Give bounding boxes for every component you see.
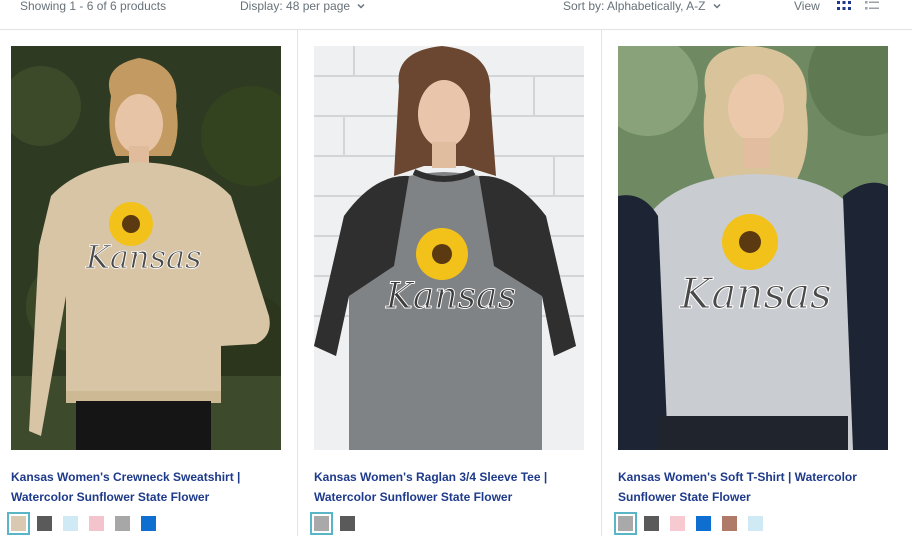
product-title-link[interactable]: Kansas Women's Crewneck Sweatshirt | Wat…: [11, 467, 261, 507]
product-title-line: Kansas Women's Soft T-Shirt | Watercolor: [618, 470, 857, 484]
product-title-line: Watercolor Sunflower State Flower: [11, 490, 210, 504]
list-view-icon[interactable]: [864, 0, 880, 12]
color-swatch[interactable]: [37, 516, 52, 531]
collection-toolbar: Showing 1 - 6 of 6 products Display: 48 …: [0, 0, 912, 30]
color-swatch[interactable]: [644, 516, 659, 531]
product-image[interactable]: Kansas: [618, 46, 888, 450]
shirt-print-text: Kansas: [85, 238, 202, 276]
product-card: Kansas Kansas Women's Crewneck Sweatshir…: [0, 30, 298, 536]
color-swatch[interactable]: [670, 516, 685, 531]
display-per-page-dropdown[interactable]: Display: 48 per page: [240, 0, 366, 13]
color-swatches: [614, 512, 763, 535]
product-card: Kansas Kansas Women's Soft T-Shirt | Wat…: [602, 30, 912, 536]
color-swatches: [310, 512, 355, 535]
color-swatch[interactable]: [7, 512, 30, 535]
display-per-page-label: Display: 48 per page: [240, 0, 351, 13]
color-swatch[interactable]: [63, 516, 78, 531]
chevron-down-icon: [357, 3, 365, 9]
product-title-line: Kansas Women's Raglan 3/4 Sleeve Tee |: [314, 470, 548, 484]
color-swatch[interactable]: [115, 516, 130, 531]
sort-by-label: Sort by: Alphabetically, A-Z: [563, 0, 706, 13]
sort-by-dropdown[interactable]: Sort by: Alphabetically, A-Z: [563, 0, 722, 13]
product-photo-raglan: Kansas: [314, 46, 584, 450]
product-title-line: Kansas Women's Crewneck Sweatshirt |: [11, 470, 241, 484]
product-title-line: Watercolor Sunflower State Flower: [314, 490, 513, 504]
product-count: Showing 1 - 6 of 6 products: [20, 0, 167, 13]
chevron-down-icon: [712, 3, 721, 9]
product-title-link[interactable]: Kansas Women's Soft T-Shirt | Watercolor…: [618, 467, 868, 507]
color-swatch[interactable]: [141, 516, 156, 531]
color-swatch[interactable]: [89, 516, 104, 531]
color-swatch[interactable]: [696, 516, 711, 531]
color-swatch[interactable]: [614, 512, 637, 535]
color-swatch[interactable]: [310, 512, 333, 535]
color-swatch[interactable]: [722, 516, 737, 531]
product-title-line: Sunflower State Flower: [618, 490, 751, 504]
color-swatch[interactable]: [340, 516, 355, 531]
shirt-print-text: Kansas: [385, 276, 516, 317]
grid-view-icon[interactable]: [836, 0, 852, 12]
product-title-link[interactable]: Kansas Women's Raglan 3/4 Sleeve Tee | W…: [314, 467, 564, 507]
view-label: View: [794, 0, 820, 13]
product-grid: Kansas Kansas Women's Crewneck Sweatshir…: [0, 30, 912, 536]
product-card: Kansas Kansas Women's Raglan 3/4 Sleeve …: [298, 30, 602, 536]
product-image[interactable]: Kansas: [11, 46, 281, 450]
product-image[interactable]: Kansas: [314, 46, 584, 450]
color-swatches: [7, 512, 156, 535]
product-photo-tshirt: Kansas: [618, 46, 888, 450]
color-swatch[interactable]: [748, 516, 763, 531]
shirt-print-text: Kansas: [679, 269, 832, 318]
product-photo-sweatshirt: Kansas: [11, 46, 281, 450]
